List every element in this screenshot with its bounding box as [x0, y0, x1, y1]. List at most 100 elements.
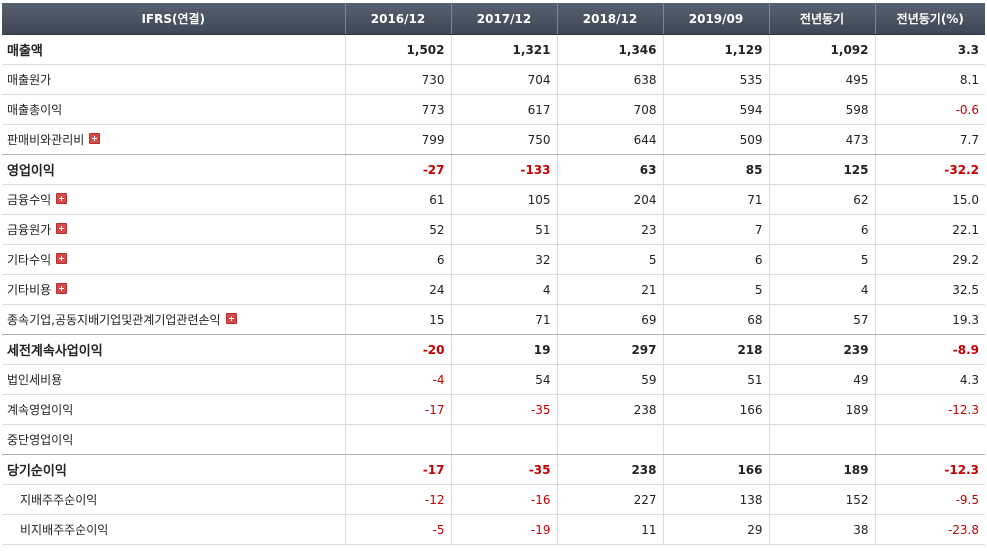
value-cell: 63 [557, 154, 664, 185]
row-label: 지배주주순이익 [20, 493, 98, 507]
value-cell: 68 [663, 304, 770, 335]
value-cell: 1,502 [345, 34, 452, 65]
value-cell: 24 [345, 274, 452, 305]
value-cell: -19 [451, 514, 558, 545]
value-cell: 708 [557, 94, 664, 125]
value-cell: 8.1 [875, 64, 985, 95]
expand-plus-icon[interactable] [89, 133, 101, 144]
table-row: 법인세비용 -4 54 59 51 49 4.3 [2, 364, 985, 395]
value-cell: 189 [769, 394, 876, 425]
row-label: 중단영업이익 [7, 433, 74, 447]
header-period: 2016/12 [345, 3, 452, 35]
table-row: 세전계속사업이익 -20 19 297 218 239 -8.9 [2, 334, 985, 365]
value-cell: 750 [451, 124, 558, 155]
expand-plus-icon[interactable] [56, 283, 68, 294]
table-row: 영업이익 -27 -133 63 85 125 -32.2 [2, 154, 985, 185]
row-label: 금융원가 [7, 223, 52, 237]
expand-plus-icon[interactable] [56, 253, 68, 264]
header-label: IFRS(연결) [2, 3, 346, 35]
row-label-cell: 영업이익 [2, 154, 346, 185]
value-cell: -23.8 [875, 514, 985, 545]
table-row: 판매비와관리비 799 750 644 509 473 7.7 [2, 124, 985, 155]
row-label: 매출총이익 [7, 103, 63, 117]
value-cell: 15 [345, 304, 452, 335]
table-row: 종속기업,공동지배기업및관계기업관련손익 15 71 69 68 57 19.3 [2, 304, 985, 335]
row-label: 판매비와관리비 [7, 133, 85, 147]
row-label-cell: 당기순이익 [2, 454, 346, 485]
value-cell: 166 [663, 454, 770, 485]
table-row: 금융원가 52 51 23 7 6 22.1 [2, 214, 985, 245]
value-cell: 6 [769, 214, 876, 245]
row-label: 세전계속사업이익 [7, 344, 103, 359]
value-cell: 704 [451, 64, 558, 95]
header-period: 2019/09 [663, 3, 770, 35]
table-row: 매출원가 730 704 638 535 495 8.1 [2, 64, 985, 95]
value-cell: -8.9 [875, 334, 985, 365]
value-cell: -20 [345, 334, 452, 365]
value-cell: 54 [451, 364, 558, 395]
table-row: 매출총이익 773 617 708 594 598 -0.6 [2, 94, 985, 125]
table-row: 매출액 1,502 1,321 1,346 1,129 1,092 3.3 [2, 34, 985, 65]
table-row: 계속영업이익 -17 -35 238 166 189 -12.3 [2, 394, 985, 425]
row-label-cell: 기타비용 [2, 274, 346, 305]
value-cell: 7 [663, 214, 770, 245]
financial-statement-panel: IFRS(연결) 2016/12 2017/12 2018/12 2019/09… [2, 3, 985, 545]
value-cell: 473 [769, 124, 876, 155]
value-cell: 62 [769, 184, 876, 215]
row-label-cell: 세전계속사업이익 [2, 334, 346, 365]
row-label: 종속기업,공동지배기업및관계기업관련손익 [7, 313, 221, 327]
value-cell: 227 [557, 484, 664, 515]
row-label: 당기순이익 [7, 464, 67, 479]
expand-plus-icon[interactable] [56, 223, 68, 234]
value-cell: 21 [557, 274, 664, 305]
value-cell: 4.3 [875, 364, 985, 395]
table-header-row: IFRS(연결) 2016/12 2017/12 2018/12 2019/09… [2, 3, 985, 35]
row-label-cell: 판매비와관리비 [2, 124, 346, 155]
value-cell: 644 [557, 124, 664, 155]
row-label-cell: 종속기업,공동지배기업및관계기업관련손익 [2, 304, 346, 335]
value-cell: 5 [557, 244, 664, 275]
value-cell: 598 [769, 94, 876, 125]
row-label-cell: 매출액 [2, 34, 346, 65]
header-period: 전년동기(%) [875, 3, 985, 35]
value-cell: 23 [557, 214, 664, 245]
row-label-cell: 매출총이익 [2, 94, 346, 125]
table-row: 중단영업이익 [2, 424, 985, 455]
value-cell: 7.7 [875, 124, 985, 155]
table-row: 지배주주순이익 -12 -16 227 138 152 -9.5 [2, 484, 985, 515]
row-label-cell: 중단영업이익 [2, 424, 346, 455]
value-cell [345, 424, 452, 455]
value-cell [769, 424, 876, 455]
value-cell: 238 [557, 454, 664, 485]
value-cell: 617 [451, 94, 558, 125]
value-cell: 3.3 [875, 34, 985, 65]
value-cell [557, 424, 664, 455]
value-cell: 71 [451, 304, 558, 335]
value-cell: 799 [345, 124, 452, 155]
value-cell: 125 [769, 154, 876, 185]
table-row: 금융수익 61 105 204 71 62 15.0 [2, 184, 985, 215]
row-label: 기타수익 [7, 253, 52, 267]
value-cell: 29 [663, 514, 770, 545]
value-cell: -0.6 [875, 94, 985, 125]
value-cell: 59 [557, 364, 664, 395]
value-cell: 49 [769, 364, 876, 395]
value-cell: 6 [663, 244, 770, 275]
expand-plus-icon[interactable] [225, 313, 237, 324]
value-cell: 638 [557, 64, 664, 95]
value-cell: 4 [769, 274, 876, 305]
value-cell: 5 [663, 274, 770, 305]
value-cell: 1,321 [451, 34, 558, 65]
value-cell: 152 [769, 484, 876, 515]
row-label-cell: 계속영업이익 [2, 394, 346, 425]
value-cell: 32 [451, 244, 558, 275]
table-row: 당기순이익 -17 -35 238 166 189 -12.3 [2, 454, 985, 485]
value-cell: 38 [769, 514, 876, 545]
expand-plus-icon[interactable] [56, 193, 68, 204]
row-label-cell: 지배주주순이익 [2, 484, 346, 515]
value-cell: -9.5 [875, 484, 985, 515]
value-cell: 57 [769, 304, 876, 335]
value-cell: 105 [451, 184, 558, 215]
row-label-cell: 금융원가 [2, 214, 346, 245]
value-cell: 4 [451, 274, 558, 305]
